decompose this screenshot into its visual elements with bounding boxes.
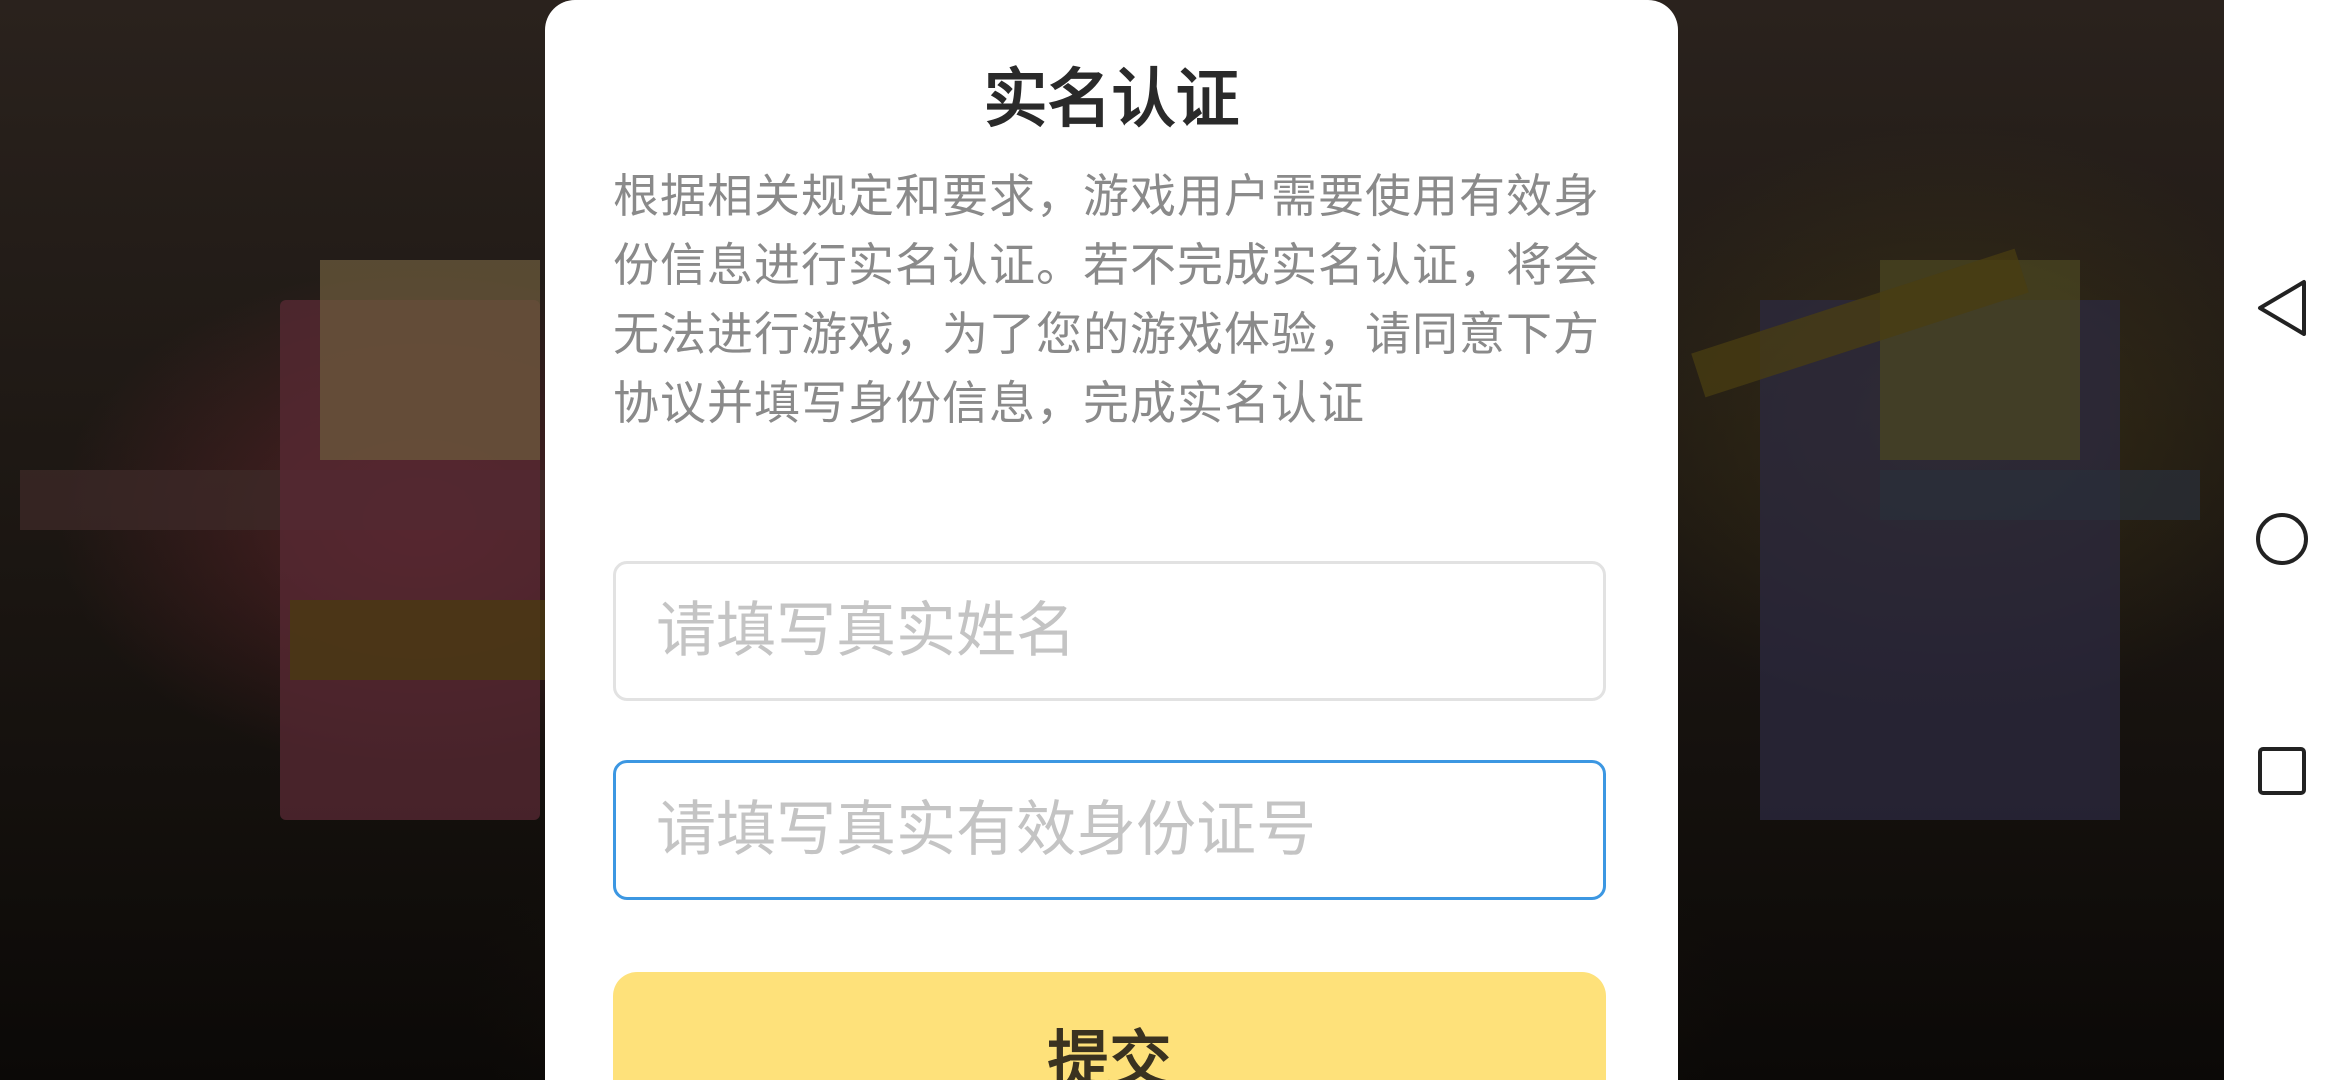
submit-button[interactable]: 提交 bbox=[613, 972, 1606, 1080]
android-navigation-bar bbox=[2224, 0, 2340, 1080]
screen: 实名认证 根据相关规定和要求，游戏用户需要使用有效身份信息进行实名认证。若不完成… bbox=[0, 0, 2340, 1080]
background-decoration bbox=[290, 600, 550, 680]
dialog-title: 实名认证 bbox=[983, 63, 1240, 137]
home-button[interactable] bbox=[2246, 503, 2318, 575]
background-decoration bbox=[320, 260, 540, 460]
background-decoration bbox=[1880, 470, 2200, 520]
back-triangle-icon bbox=[2258, 280, 2306, 336]
submit-button-label: 提交 bbox=[1047, 1023, 1172, 1080]
home-circle-icon bbox=[2256, 513, 2308, 565]
dialog-description: 根据相关规定和要求，游戏用户需要使用有效身份信息进行实名认证。若不完成实名认证，… bbox=[613, 169, 1600, 430]
recent-apps-button[interactable] bbox=[2246, 735, 2318, 807]
real-name-input[interactable] bbox=[616, 564, 1603, 698]
id-number-field[interactable] bbox=[613, 760, 1606, 900]
back-button[interactable] bbox=[2246, 272, 2318, 344]
real-name-verification-dialog: 实名认证 根据相关规定和要求，游戏用户需要使用有效身份信息进行实名认证。若不完成… bbox=[545, 0, 1678, 1080]
recent-square-icon bbox=[2258, 747, 2306, 795]
id-number-input[interactable] bbox=[616, 763, 1603, 897]
real-name-field[interactable] bbox=[613, 561, 1606, 701]
